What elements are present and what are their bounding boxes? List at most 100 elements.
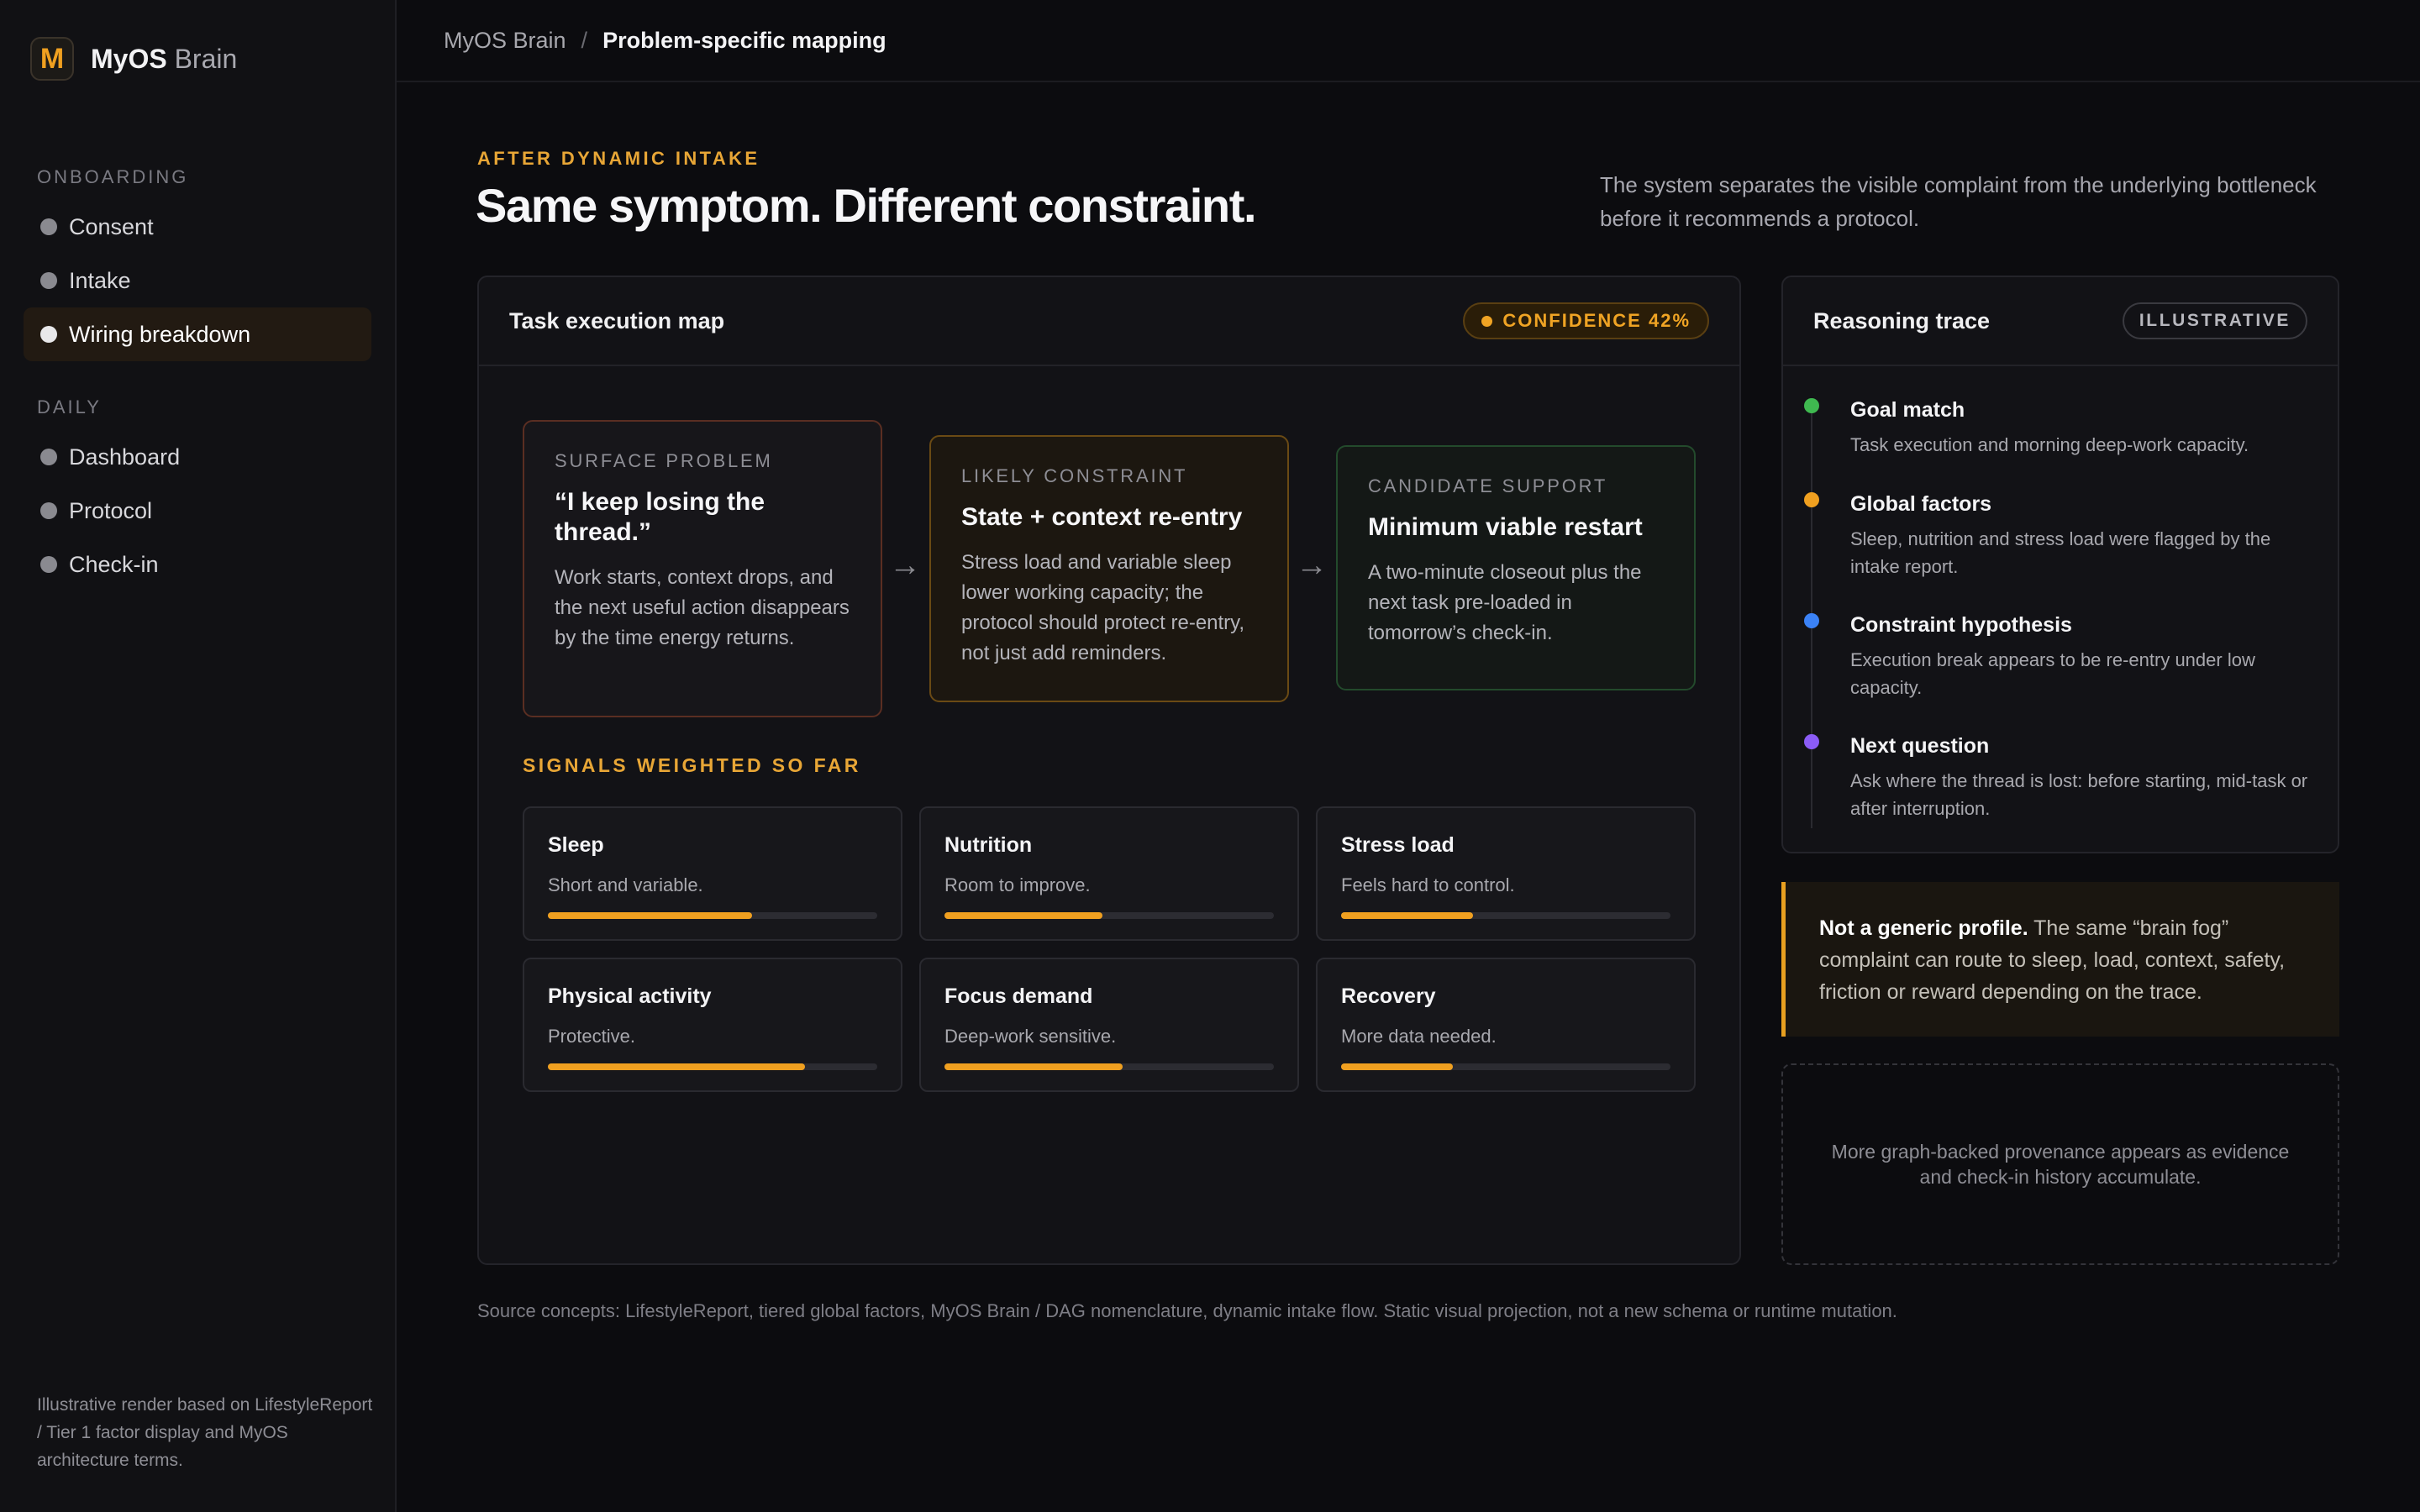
signal-bar [548, 912, 877, 919]
sidebar-item-dashboard[interactable]: Dashboard [24, 430, 371, 484]
signal-desc: Protective. [548, 1026, 635, 1047]
signal-bar-fill [944, 1063, 1123, 1070]
signal-title: Sleep [548, 833, 604, 857]
nav-section-onboarding: ONBOARDING [37, 166, 189, 187]
panel-header: Task execution map CONFIDENCE 42% [479, 277, 1739, 366]
nav-section-daily: DAILY [37, 396, 102, 417]
likely-constraint-card[interactable]: LIKELY CONSTRAINT State + context re-ent… [929, 435, 1289, 702]
trace-body: Execution break appears to be re-entry u… [1850, 649, 2255, 698]
trace-dot-icon [1804, 492, 1819, 507]
panel-title: Task execution map [509, 307, 725, 333]
signal-bar-fill [548, 1063, 805, 1070]
trace-dot-icon [1804, 613, 1819, 628]
signal-bar [944, 912, 1274, 919]
card-body: Work starts, context drops, and the next… [555, 566, 850, 649]
candidate-support-card[interactable]: CANDIDATE SUPPORT Minimum viable restart… [1336, 445, 1696, 690]
status-dot-icon [40, 326, 57, 343]
trace-title: Goal match [1850, 398, 1965, 422]
trace-body: Sleep, nutrition and stress load were fl… [1850, 528, 2271, 577]
illustrative-badge: ILLUSTRATIVE [2122, 302, 2307, 339]
card-title: “I keep losing the thread.” [555, 488, 765, 546]
sidebar-item-wiring-breakdown[interactable]: Wiring breakdown [24, 307, 371, 361]
card-body: Stress load and variable sleep lower wor… [961, 551, 1245, 664]
status-dot-icon [40, 272, 57, 289]
sidebar-item-label: Consent [69, 213, 154, 239]
page-lede: The system separates the visible complai… [1600, 172, 2317, 231]
sidebar-item-label: Protocol [69, 497, 153, 523]
arrow-right-icon: → [889, 548, 921, 583]
signal-bar [548, 1063, 877, 1070]
brand-logo: M [30, 37, 74, 81]
signals-heading: SIGNALS WEIGHTED SO FAR [523, 754, 861, 776]
signal-bar [1341, 912, 1670, 919]
signal-bar-fill [1341, 912, 1473, 919]
signal-bar-fill [1341, 1063, 1454, 1070]
confidence-dot-icon [1481, 315, 1493, 327]
page-eyebrow: AFTER DYNAMIC INTAKE [477, 148, 760, 169]
surface-problem-card[interactable]: SURFACE PROBLEM “I keep losing the threa… [523, 420, 882, 717]
signal-bar [1341, 1063, 1670, 1070]
trace-item-next-question: Next question Ask where the thread is lo… [1850, 734, 2321, 822]
signal-desc: Room to improve. [944, 874, 1091, 895]
trace-body: Task execution and morning deep-work cap… [1850, 434, 2249, 455]
sidebar-item-consent[interactable]: Consent [24, 200, 371, 254]
breadcrumb-separator: / [581, 27, 588, 53]
provenance-placeholder: More graph-backed provenance appears as … [1781, 1063, 2339, 1265]
sidebar-item-label: Check-in [69, 551, 159, 577]
signal-desc: More data needed. [1341, 1026, 1497, 1047]
trace-dot-icon [1804, 734, 1819, 749]
card-label: SURFACE PROBLEM [555, 450, 773, 471]
signal-card-sleep[interactable]: Sleep Short and variable. [523, 806, 902, 941]
status-dot-icon [40, 556, 57, 573]
signal-bar [944, 1063, 1274, 1070]
trace-item-constraint-hypothesis: Constraint hypothesis Execution break ap… [1850, 613, 2321, 701]
sidebar-item-label: Intake [69, 267, 131, 293]
brand[interactable]: M MyOS Brain [30, 37, 237, 81]
signal-card-focus-demand[interactable]: Focus demand Deep-work sensitive. [919, 958, 1299, 1092]
trace-item-goal-match: Goal match Task execution and morning de… [1850, 398, 2321, 459]
sidebar-item-check-in[interactable]: Check-in [24, 538, 371, 591]
sidebar-item-label: Wiring breakdown [69, 321, 251, 347]
panel-header: Reasoning trace ILLUSTRATIVE [1783, 277, 2338, 366]
breadcrumb-root[interactable]: MyOS Brain [444, 28, 566, 54]
sidebar-item-protocol[interactable]: Protocol [24, 484, 371, 538]
sidebar: M MyOS Brain ONBOARDING Consent Intake W… [0, 0, 397, 1512]
signal-bar-fill [944, 912, 1103, 919]
signal-card-stress-load[interactable]: Stress load Feels hard to control. [1316, 806, 1696, 941]
sidebar-item-label: Dashboard [69, 444, 181, 470]
confidence-badge: CONFIDENCE 42% [1463, 302, 1709, 339]
card-title: Minimum viable restart [1368, 513, 1643, 541]
signal-title: Stress load [1341, 833, 1455, 857]
signal-card-recovery[interactable]: Recovery More data needed. [1316, 958, 1696, 1092]
sidebar-footer-note: Illustrative render based on LifestyleRe… [37, 1395, 373, 1470]
card-body: A two-minute closeout plus the next task… [1368, 561, 1642, 644]
trace-title: Constraint hypothesis [1850, 613, 2072, 637]
page-title: Same symptom. Different constraint. [476, 179, 1257, 232]
panel-title: Reasoning trace [1813, 307, 1991, 333]
trace-title: Next question [1850, 734, 1990, 758]
status-dot-icon [40, 449, 57, 465]
signal-card-nutrition[interactable]: Nutrition Room to improve. [919, 806, 1299, 941]
status-dot-icon [40, 502, 57, 519]
signal-bar-fill [548, 912, 753, 919]
trace-item-global-factors: Global factors Sleep, nutrition and stre… [1850, 492, 2321, 580]
card-label: CANDIDATE SUPPORT [1368, 475, 1608, 496]
brand-name: MyOS Brain [91, 43, 238, 74]
arrow-right-icon: → [1296, 548, 1328, 583]
confidence-label: CONFIDENCE 42% [1502, 310, 1691, 331]
signal-title: Physical activity [548, 984, 712, 1008]
sidebar-item-intake[interactable]: Intake [24, 254, 371, 307]
breadcrumb-current: Problem-specific mapping [602, 27, 886, 53]
card-label: LIKELY CONSTRAINT [961, 465, 1188, 486]
signal-desc: Short and variable. [548, 874, 703, 895]
card-title: State + context re-entry [961, 503, 1243, 531]
signal-title: Nutrition [944, 833, 1033, 857]
source-note: Source concepts: LifestyleReport, tiered… [477, 1300, 1897, 1321]
trace-dot-icon [1804, 398, 1819, 413]
signal-title: Recovery [1341, 984, 1436, 1008]
trace-title: Global factors [1850, 492, 1992, 516]
signal-title: Focus demand [944, 984, 1093, 1008]
callout-bold: Not a generic profile. [1819, 916, 2028, 940]
signal-card-physical-activity[interactable]: Physical activity Protective. [523, 958, 902, 1092]
app-root: M MyOS Brain ONBOARDING Consent Intake W… [0, 0, 2420, 1512]
